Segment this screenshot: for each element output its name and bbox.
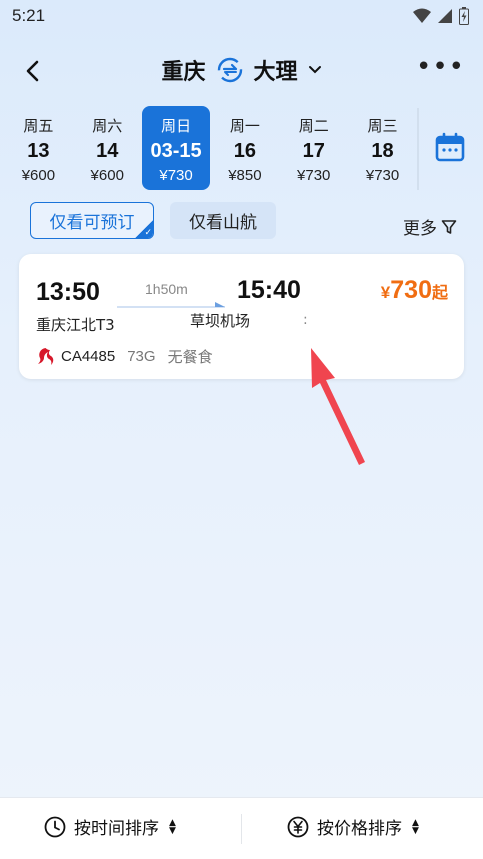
date-day: 14	[96, 140, 119, 162]
airline-info: CA4485 73G 无餐食	[36, 346, 213, 367]
date-day: 17	[302, 140, 325, 162]
battery-icon	[459, 7, 469, 25]
check-icon: ✓	[144, 228, 152, 238]
date-price: ¥730	[297, 167, 331, 184]
filter-bookable-label: 仅看可预订	[49, 213, 135, 233]
date-item[interactable]: 周一 16 ¥850	[210, 106, 279, 190]
status-bar: 5:21	[0, 0, 483, 34]
date-item-selected[interactable]: 周日 03-15 ¥730	[141, 106, 211, 190]
wifi-icon	[413, 8, 431, 23]
date-weekday: 周六	[92, 117, 123, 135]
sort-by-time-button[interactable]: 按时间排序 ▲ ▼	[44, 814, 176, 839]
date-weekday: 周二	[298, 117, 329, 135]
flight-price: ¥730起	[381, 276, 448, 305]
route-title[interactable]: 重庆 大理	[0, 54, 483, 86]
date-weekday: 周日	[161, 117, 192, 135]
date-price: ¥600	[90, 167, 124, 184]
date-price: ¥850	[228, 167, 262, 184]
from-city: 重庆	[161, 60, 206, 85]
date-day: 13	[27, 140, 50, 162]
price-currency: ¥	[380, 283, 391, 302]
date-item[interactable]: 周六 14 ¥600	[73, 106, 142, 190]
date-price: ¥600	[21, 167, 56, 184]
departure-airport: 重庆江北T3	[36, 316, 115, 334]
arrival-airport: 草坝机场	[190, 312, 251, 330]
date-weekday: 周一	[229, 117, 260, 135]
date-day: 18	[371, 140, 394, 162]
date-item[interactable]: 周五 13 ¥600	[4, 106, 73, 190]
aircraft-type: 73G	[127, 348, 156, 365]
sort-by-price-label: 按价格排序	[317, 819, 402, 839]
header: 重庆 大理 •••	[0, 46, 483, 94]
date-price: ¥730	[159, 167, 193, 184]
date-strip: 周五 13 ¥600 周六 14 ¥600 周日 03-15 ¥730 周一 1…	[0, 106, 417, 190]
annotation-arrow-icon	[311, 348, 365, 465]
date-item[interactable]: 周二 17 ¥730	[279, 106, 348, 190]
date-item[interactable]: 周三 18 ¥730	[348, 106, 417, 190]
date-price: ¥730	[365, 167, 400, 184]
price-amount: 730	[390, 276, 432, 304]
chevron-down-icon	[308, 66, 321, 74]
swap-route-icon[interactable]	[216, 56, 244, 84]
arrival-extra: :	[303, 312, 308, 328]
more-filters-label: 更多	[403, 219, 437, 239]
filter-shandong-only[interactable]: 仅看山航	[170, 202, 276, 239]
filter-bookable-only[interactable]: 仅看可预订 ✓	[30, 202, 154, 239]
to-city: 大理	[253, 60, 298, 85]
status-icons	[413, 7, 469, 25]
flight-number: CA4485	[61, 348, 116, 365]
sort-divider	[241, 814, 242, 844]
date-strip-divider	[417, 108, 419, 190]
departure-time: 13:50	[36, 278, 100, 306]
yuan-icon	[287, 816, 309, 837]
sort-toggle-icon: ▲ ▼	[412, 817, 419, 836]
price-suffix: 起	[431, 285, 448, 302]
date-day: 03-15	[150, 140, 202, 162]
flight-arrow-icon	[117, 302, 225, 308]
flight-duration: 1h50m	[145, 281, 188, 297]
sort-by-time-label: 按时间排序	[74, 819, 159, 839]
flight-card[interactable]: 13:50 重庆江北T3 1h50m 15:40 草坝机场 : ¥730起 CA…	[19, 254, 464, 379]
date-day: 16	[233, 140, 257, 162]
sort-bar: 按时间排序 ▲ ▼ 按价格排序 ▲ ▼	[0, 797, 483, 859]
air-china-logo-icon	[38, 348, 54, 365]
date-weekday: 周三	[367, 117, 398, 135]
sort-toggle-icon: ▲ ▼	[169, 817, 176, 836]
meal-info: 无餐食	[167, 348, 213, 366]
status-time: 5:21	[12, 6, 46, 25]
filter-shandong-label: 仅看山航	[189, 213, 257, 233]
more-filters-button[interactable]: 更多	[403, 214, 457, 239]
calendar-icon[interactable]	[434, 131, 466, 163]
more-options-button[interactable]: •••	[416, 54, 465, 80]
sort-by-price-button[interactable]: 按价格排序 ▲ ▼	[287, 814, 419, 839]
arrival-time: 15:40	[237, 276, 301, 304]
signal-icon	[438, 9, 452, 23]
date-weekday: 周五	[23, 117, 54, 135]
clock-icon	[44, 816, 66, 837]
filter-funnel-icon	[441, 219, 457, 234]
